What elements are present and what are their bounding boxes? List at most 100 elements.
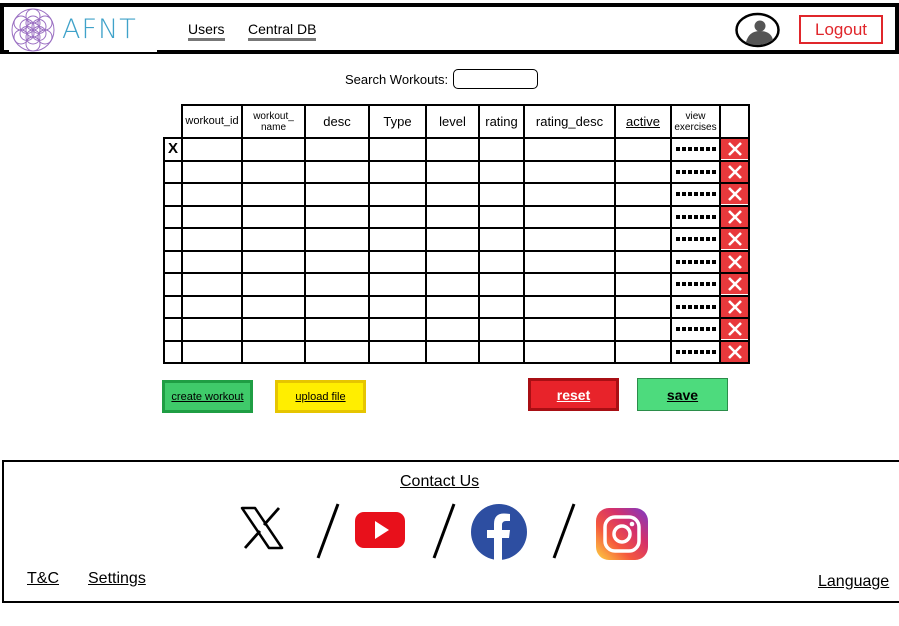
row-select-cell[interactable]	[163, 272, 183, 297]
table-cell[interactable]	[368, 249, 427, 274]
delete-row-button[interactable]	[721, 251, 748, 272]
table-cell[interactable]	[425, 204, 480, 229]
table-cell[interactable]	[241, 204, 306, 229]
create-workout-button[interactable]: create workout	[162, 380, 253, 413]
table-cell[interactable]	[425, 249, 480, 274]
table-cell[interactable]	[478, 227, 525, 252]
instagram-icon[interactable]	[595, 507, 649, 561]
table-cell[interactable]	[181, 317, 243, 342]
table-cell[interactable]	[304, 272, 370, 297]
table-cell[interactable]	[181, 227, 243, 252]
delete-row-button[interactable]	[721, 274, 748, 295]
table-cell[interactable]	[241, 182, 306, 207]
table-cell[interactable]	[614, 204, 672, 229]
table-cell[interactable]	[304, 159, 370, 184]
table-cell[interactable]	[181, 159, 243, 184]
language-link[interactable]: Language	[818, 573, 889, 591]
table-cell[interactable]	[368, 137, 427, 162]
table-cell[interactable]	[614, 249, 672, 274]
table-cell[interactable]	[241, 339, 306, 364]
delete-row-button[interactable]	[721, 184, 748, 205]
delete-row-button[interactable]	[721, 296, 748, 317]
table-cell[interactable]	[425, 159, 480, 184]
table-cell[interactable]	[425, 137, 480, 162]
table-cell[interactable]	[368, 272, 427, 297]
table-cell[interactable]	[241, 249, 306, 274]
delete-row-button[interactable]	[721, 341, 748, 362]
delete-row-button[interactable]	[721, 229, 748, 250]
table-cell[interactable]	[241, 317, 306, 342]
table-cell[interactable]	[523, 317, 616, 342]
table-cell[interactable]	[614, 339, 672, 364]
table-cell[interactable]	[478, 182, 525, 207]
table-cell[interactable]	[614, 159, 672, 184]
table-cell[interactable]	[478, 204, 525, 229]
table-cell[interactable]	[478, 249, 525, 274]
table-cell[interactable]	[241, 227, 306, 252]
table-cell[interactable]	[614, 137, 672, 162]
table-cell[interactable]	[241, 294, 306, 319]
table-cell[interactable]	[181, 137, 243, 162]
table-cell[interactable]	[241, 137, 306, 162]
table-cell[interactable]	[425, 294, 480, 319]
table-cell[interactable]	[478, 339, 525, 364]
view-exercises-cell[interactable]	[670, 204, 721, 229]
table-cell[interactable]	[523, 227, 616, 252]
table-cell[interactable]	[478, 137, 525, 162]
table-cell[interactable]	[523, 159, 616, 184]
table-cell[interactable]	[523, 204, 616, 229]
row-select-cell[interactable]: X	[163, 137, 183, 162]
column-header-active[interactable]: active	[614, 104, 672, 139]
view-exercises-cell[interactable]	[670, 182, 721, 207]
reset-button[interactable]: reset	[528, 378, 619, 411]
table-cell[interactable]	[304, 227, 370, 252]
table-cell[interactable]	[241, 159, 306, 184]
table-cell[interactable]	[425, 317, 480, 342]
table-cell[interactable]	[304, 182, 370, 207]
row-select-cell[interactable]	[163, 249, 183, 274]
table-cell[interactable]	[478, 272, 525, 297]
table-cell[interactable]	[181, 249, 243, 274]
user-avatar-icon[interactable]	[735, 12, 780, 48]
table-cell[interactable]	[478, 159, 525, 184]
table-cell[interactable]	[368, 159, 427, 184]
view-exercises-cell[interactable]	[670, 249, 721, 274]
delete-row-button[interactable]	[721, 206, 748, 227]
view-exercises-cell[interactable]	[670, 339, 721, 364]
view-exercises-cell[interactable]	[670, 137, 721, 162]
table-cell[interactable]	[368, 227, 427, 252]
terms-and-conditions-link[interactable]: T&C	[27, 570, 59, 588]
logout-button[interactable]: Logout	[799, 15, 883, 44]
nav-users-link[interactable]: Users	[188, 21, 225, 41]
table-cell[interactable]	[368, 182, 427, 207]
nav-central-db-link[interactable]: Central DB	[248, 21, 317, 41]
view-exercises-cell[interactable]	[670, 227, 721, 252]
contact-us-link[interactable]: Contact Us	[400, 473, 479, 491]
table-cell[interactable]	[241, 272, 306, 297]
delete-row-button[interactable]	[721, 319, 748, 340]
table-cell[interactable]	[478, 317, 525, 342]
table-cell[interactable]	[523, 249, 616, 274]
table-cell[interactable]	[425, 227, 480, 252]
table-cell[interactable]	[614, 272, 672, 297]
delete-row-button[interactable]	[721, 161, 748, 182]
table-cell[interactable]	[425, 182, 480, 207]
brand-logo[interactable]: AFNT	[9, 7, 157, 52]
table-cell[interactable]	[304, 339, 370, 364]
table-cell[interactable]	[181, 294, 243, 319]
settings-link[interactable]: Settings	[88, 570, 146, 588]
row-select-cell[interactable]	[163, 227, 183, 252]
table-cell[interactable]	[614, 294, 672, 319]
table-cell[interactable]	[523, 137, 616, 162]
row-select-cell[interactable]	[163, 294, 183, 319]
table-cell[interactable]	[523, 272, 616, 297]
facebook-icon[interactable]	[470, 503, 528, 561]
row-select-cell[interactable]	[163, 159, 183, 184]
table-cell[interactable]	[181, 272, 243, 297]
table-cell[interactable]	[425, 272, 480, 297]
save-button[interactable]: save	[637, 378, 728, 411]
table-cell[interactable]	[614, 227, 672, 252]
table-cell[interactable]	[523, 339, 616, 364]
view-exercises-cell[interactable]	[670, 272, 721, 297]
table-cell[interactable]	[304, 204, 370, 229]
